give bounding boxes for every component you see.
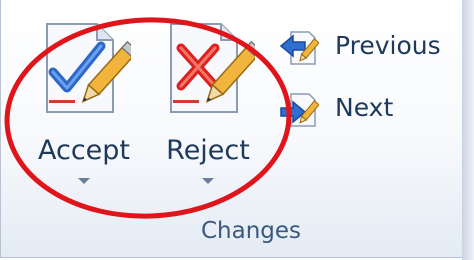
next-button[interactable]: Next [275,84,465,134]
next-change-icon [280,93,319,127]
reject-button[interactable]: Reject [153,14,263,194]
accept-label: Accept [37,135,131,166]
reject-label: Reject [166,135,250,166]
ribbon-group-separator [462,0,474,260]
previous-button[interactable]: Previous [275,22,465,72]
previous-label: Previous [335,31,441,60]
accept-dropdown-arrow-icon[interactable] [77,177,91,185]
reject-change-icon [170,23,255,113]
reject-dropdown-arrow-icon[interactable] [201,177,215,185]
accept-button[interactable]: Accept [29,14,139,194]
changes-ribbon-group: Accept Reject Previous Next Changes [0,0,472,258]
previous-change-icon [279,31,319,65]
group-label: Changes [200,218,302,244]
accept-change-icon [46,23,131,113]
next-label: Next [335,93,394,122]
